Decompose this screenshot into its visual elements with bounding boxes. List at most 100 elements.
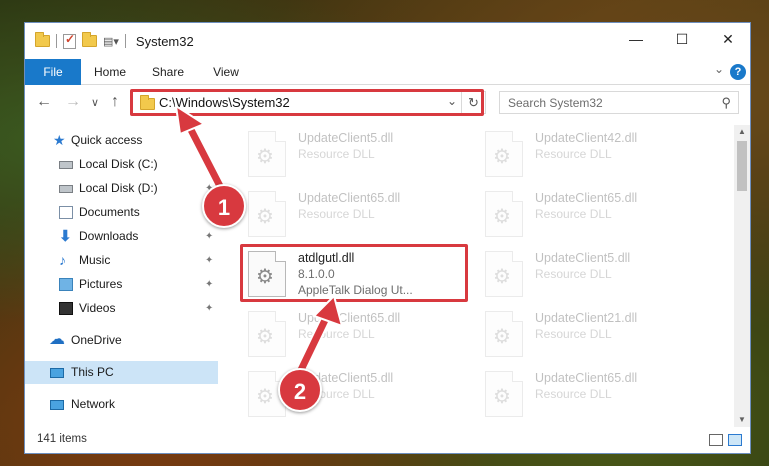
forward-arrow-icon[interactable]: → xyxy=(65,93,81,111)
sidebar-item-label: Quick access xyxy=(71,133,143,147)
navigation-pane: ★ Quick access Local Disk (C:) ✦ Local D… xyxy=(25,125,218,427)
details-view-icon[interactable] xyxy=(709,434,723,446)
sidebar-item-label: This PC xyxy=(71,365,114,379)
scroll-down-icon[interactable]: ▼ xyxy=(734,413,750,427)
pin-icon[interactable]: ✦ xyxy=(205,273,213,296)
file-item[interactable]: ⚙ UpdateClient65.dll Resource DLL xyxy=(485,185,715,245)
sidebar-item-documents[interactable]: Documents ✦ xyxy=(25,201,218,224)
gear-icon: ⚙ xyxy=(493,386,511,408)
gear-icon: ⚙ xyxy=(493,206,511,228)
file-description: Resource DLL xyxy=(535,147,612,161)
content-area: ★ Quick access Local Disk (C:) ✦ Local D… xyxy=(25,125,750,427)
new-folder-icon[interactable] xyxy=(82,32,97,47)
file-item[interactable]: ⚙ UpdateClient65.dll Resource DLL xyxy=(485,365,715,425)
sidebar-item-local-disk-d[interactable]: Local Disk (D:) ✦ xyxy=(25,177,218,200)
scroll-up-icon[interactable]: ▲ xyxy=(734,125,750,139)
step-2-badge: 2 xyxy=(278,368,322,412)
file-description: Resource DLL xyxy=(298,327,375,341)
tab-view[interactable]: View xyxy=(203,59,249,85)
file-name: UpdateClient65.dll xyxy=(298,191,401,205)
sidebar-item-videos[interactable]: Videos ✦ xyxy=(25,297,218,320)
sidebar-item-downloads[interactable]: ⬇ Downloads ✦ xyxy=(25,225,218,248)
file-description: Resource DLL xyxy=(535,387,612,401)
pin-icon[interactable]: ✦ xyxy=(205,297,213,320)
ribbon-tabs: File Home Share View ⌄ ? xyxy=(25,59,750,85)
navigation-bar: ← → ∨ ↑ C:\Windows\System32 ⌄ ↻ Search S… xyxy=(25,85,750,125)
sidebar-item-label: OneDrive xyxy=(71,333,122,347)
sidebar-item-pictures[interactable]: Pictures ✦ xyxy=(25,273,218,296)
tiles-view-icon[interactable] xyxy=(728,434,742,446)
sidebar-item-music[interactable]: ♪ Music ✦ xyxy=(25,249,218,272)
file-name: UpdateClient65.dll xyxy=(535,371,638,385)
dll-file-icon: ⚙ xyxy=(485,371,523,417)
minimize-button[interactable]: — xyxy=(613,23,659,55)
file-description: Resource DLL xyxy=(535,267,612,281)
file-item[interactable]: ⚙ UpdateClient65.dll Resource DLL xyxy=(248,185,478,245)
vertical-scrollbar[interactable]: ▲ ▼ xyxy=(734,125,750,427)
file-item[interactable]: ⚙ UpdateClient42.dll Resource DLL xyxy=(485,125,715,185)
file-item[interactable]: ⚙ UpdateClient5.dll Resource DLL xyxy=(248,125,478,185)
up-arrow-icon[interactable]: ↑ xyxy=(111,93,119,111)
tab-file[interactable]: File xyxy=(25,59,81,85)
sidebar-item-onedrive[interactable]: ☁ OneDrive xyxy=(25,329,218,352)
help-icon[interactable]: ? xyxy=(730,64,746,80)
dll-file-icon: ⚙ xyxy=(248,311,286,357)
file-item[interactable]: ⚙ UpdateClient21.dll Resource DLL xyxy=(485,305,715,365)
file-highlight-box xyxy=(240,244,468,302)
tab-home[interactable]: Home xyxy=(87,59,133,85)
gear-icon: ⚙ xyxy=(493,266,511,288)
sidebar-item-label: Videos xyxy=(79,301,116,315)
sidebar-item-network[interactable]: Network xyxy=(25,393,218,416)
recent-locations-icon[interactable]: ∨ xyxy=(91,96,99,109)
tab-share[interactable]: Share xyxy=(145,59,191,85)
file-name: UpdateClient21.dll xyxy=(535,311,638,325)
documents-icon xyxy=(59,206,73,219)
gear-icon: ⚙ xyxy=(256,146,274,168)
file-description: Resource DLL xyxy=(535,207,612,221)
sidebar-item-this-pc[interactable]: This PC xyxy=(25,361,218,384)
cloud-icon: ☁ xyxy=(49,331,65,348)
customize-toolbar-icon[interactable]: ▤▾ xyxy=(103,35,119,48)
window-title: System32 xyxy=(135,33,194,49)
file-item[interactable]: ⚙ UpdateClient65.dll Resource DLL xyxy=(248,305,478,365)
gear-icon: ⚙ xyxy=(256,326,274,348)
music-icon: ♪ xyxy=(59,252,66,268)
title-bar: ▤▾ System32 — ☐ ✕ xyxy=(25,23,750,59)
search-placeholder: Search System32 xyxy=(508,96,603,110)
sidebar-item-label: Local Disk (C:) xyxy=(79,157,158,171)
dll-file-icon: ⚙ xyxy=(485,311,523,357)
search-input[interactable]: Search System32 ⚲ xyxy=(499,91,739,114)
item-count: 141 items xyxy=(37,433,87,445)
download-icon: ⬇ xyxy=(59,228,72,245)
sidebar-item-label: Downloads xyxy=(79,229,139,243)
sidebar-item-label: Documents xyxy=(79,205,140,219)
pc-icon xyxy=(50,368,64,378)
pin-icon[interactable]: ✦ xyxy=(205,249,213,272)
status-bar: 141 items xyxy=(25,427,750,453)
sidebar-item-quick-access[interactable]: ★ Quick access xyxy=(25,129,218,152)
properties-icon[interactable] xyxy=(63,32,76,49)
file-name: UpdateClient65.dll xyxy=(298,311,401,325)
gear-icon: ⚙ xyxy=(493,326,511,348)
toolbar-divider xyxy=(124,34,126,48)
star-icon: ★ xyxy=(53,132,66,148)
gear-icon: ⚙ xyxy=(493,146,511,168)
gear-icon: ⚙ xyxy=(256,206,274,228)
search-icon[interactable]: ⚲ xyxy=(721,95,731,111)
maximize-button[interactable]: ☐ xyxy=(659,23,705,55)
disk-icon xyxy=(59,185,73,193)
chevron-down-icon[interactable]: ⌄ xyxy=(714,62,724,76)
dll-file-icon: ⚙ xyxy=(485,251,523,297)
sidebar-item-label: Pictures xyxy=(79,277,123,291)
file-description: Resource DLL xyxy=(298,207,375,221)
pin-icon[interactable]: ✦ xyxy=(205,225,213,248)
back-arrow-icon[interactable]: ← xyxy=(36,93,52,111)
dll-file-icon: ⚙ xyxy=(248,131,286,177)
sidebar-item-label: Network xyxy=(71,397,116,411)
pin-icon[interactable]: ✦ xyxy=(205,153,213,176)
scroll-thumb[interactable] xyxy=(737,141,747,191)
sidebar-item-local-disk-c[interactable]: Local Disk (C:) ✦ xyxy=(25,153,218,176)
file-name: UpdateClient5.dll xyxy=(535,251,631,265)
close-button[interactable]: ✕ xyxy=(705,23,750,55)
file-item[interactable]: ⚙ UpdateClient5.dll Resource DLL xyxy=(485,245,715,305)
